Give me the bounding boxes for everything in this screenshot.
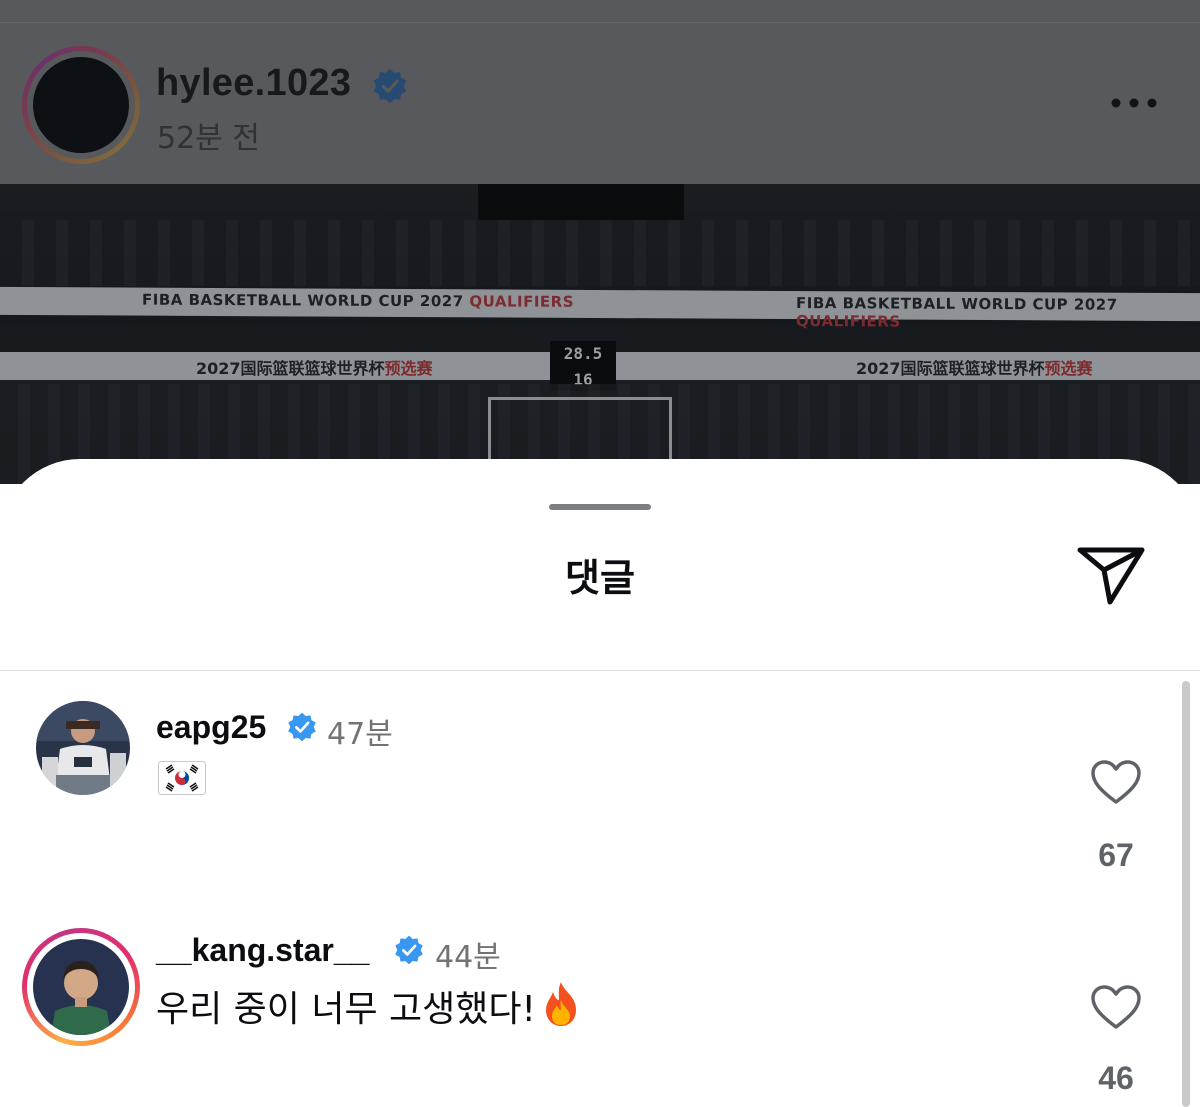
more-options-icon[interactable] bbox=[1108, 92, 1160, 114]
korea-flag-icon bbox=[158, 761, 206, 795]
like-count: 67 bbox=[1098, 837, 1134, 873]
like-heart-icon[interactable] bbox=[1090, 759, 1142, 805]
banner-text-right: FIBA BASKETBALL WORLD CUP 2027 QUALIFIER… bbox=[796, 294, 1118, 331]
scrollbar[interactable] bbox=[1182, 681, 1190, 1107]
comment-time: 44분 bbox=[435, 940, 501, 975]
commenter-avatar[interactable] bbox=[36, 701, 130, 795]
arena-banner-upper: FIBA BASKETBALL WORLD CUP 2027 QUALIFIER… bbox=[0, 286, 1200, 331]
author-username[interactable]: hylee.1023 bbox=[156, 62, 351, 105]
verified-badge-icon bbox=[373, 68, 407, 104]
banner-text-left: FIBA BASKETBALL WORLD CUP 2027 QUALIFIER… bbox=[142, 290, 575, 311]
comments-sheet: 댓글 eapg25 47분 67 __kang.star__ 44분 우리 중이… bbox=[0, 459, 1200, 1107]
commenter-username[interactable]: __kang.star__ bbox=[156, 932, 369, 969]
sheet-divider bbox=[0, 670, 1200, 671]
sheet-drag-handle[interactable] bbox=[549, 504, 651, 510]
avatar-photo bbox=[33, 939, 129, 1035]
commenter-avatar[interactable] bbox=[22, 928, 140, 1046]
author-avatar[interactable] bbox=[22, 46, 140, 164]
arena-scoreboard bbox=[478, 184, 684, 220]
commenter-username[interactable]: eapg25 bbox=[156, 709, 266, 746]
fire-icon bbox=[546, 982, 576, 1026]
share-icon[interactable] bbox=[1076, 544, 1148, 608]
verified-badge-icon bbox=[288, 712, 316, 742]
like-heart-icon[interactable] bbox=[1090, 984, 1142, 1030]
comment-time: 47분 bbox=[327, 717, 393, 752]
post-header: hylee.1023 52분 전 bbox=[0, 0, 1200, 184]
post-photo[interactable]: FIBA BASKETBALL WORLD CUP 2027 QUALIFIER… bbox=[0, 184, 1200, 484]
banner-cn-right: 2027国际篮联篮球世界杯预选赛 bbox=[856, 359, 1093, 378]
like-count: 46 bbox=[1098, 1060, 1134, 1096]
banner-cn-left: 2027国际篮联篮球世界杯预选赛 bbox=[196, 359, 433, 378]
avatar-photo bbox=[36, 701, 130, 795]
arena-seats-upper bbox=[0, 220, 1200, 286]
post-time: 52분 전 bbox=[157, 121, 260, 156]
comment-text: 우리 중이 너무 고생했다! bbox=[156, 989, 536, 1030]
sheet-title: 댓글 bbox=[565, 556, 635, 600]
header-top-divider bbox=[0, 22, 1200, 23]
verified-badge-icon bbox=[395, 935, 423, 965]
